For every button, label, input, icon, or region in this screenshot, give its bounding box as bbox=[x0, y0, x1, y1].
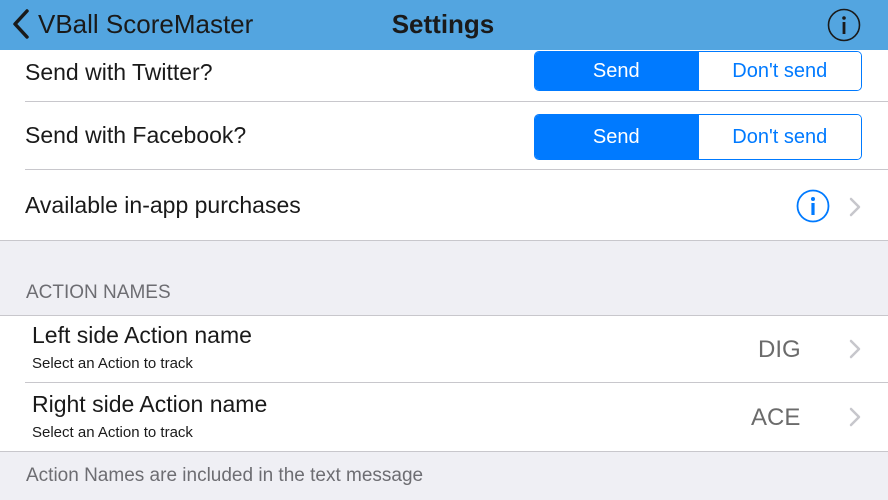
facebook-dont-send-option[interactable]: Don't send bbox=[697, 115, 861, 159]
twitter-segmented-control: Send Don't send bbox=[534, 51, 862, 91]
chevron-right-icon bbox=[849, 407, 861, 427]
in-app-purchases-row[interactable]: Available in-app purchases bbox=[0, 170, 888, 240]
page-title: Settings bbox=[0, 9, 888, 40]
divider bbox=[0, 451, 888, 452]
section-footer-note: Action Names are included in the text me… bbox=[26, 465, 424, 486]
left-action-value: DIG bbox=[758, 336, 801, 363]
twitter-row: Send with Twitter? Send Don't send bbox=[0, 50, 888, 102]
page-title-text: Settings bbox=[391, 9, 495, 39]
facebook-segmented-control: Send Don't send bbox=[534, 114, 862, 160]
section-header-action-names: ACTION NAMES bbox=[26, 282, 171, 303]
info-icon[interactable] bbox=[796, 189, 830, 223]
facebook-send-option[interactable]: Send bbox=[535, 115, 698, 159]
navigation-bar: VBall ScoreMaster Settings bbox=[0, 0, 888, 50]
left-action-row[interactable]: Left side Action name Select an Action t… bbox=[0, 316, 888, 383]
twitter-dont-send-option[interactable]: Don't send bbox=[697, 52, 861, 90]
left-action-subtitle: Select an Action to track bbox=[32, 355, 193, 372]
right-action-value: ACE bbox=[751, 404, 801, 431]
facebook-row: Send with Facebook? Send Don't send bbox=[0, 102, 888, 170]
twitter-label: Send with Twitter? bbox=[25, 59, 213, 85]
in-app-purchases-label: Available in-app purchases bbox=[25, 192, 301, 218]
right-action-subtitle: Select an Action to track bbox=[32, 424, 193, 441]
right-action-title: Right side Action name bbox=[32, 391, 268, 417]
facebook-label: Send with Facebook? bbox=[25, 122, 247, 148]
twitter-send-option[interactable]: Send bbox=[535, 52, 698, 90]
divider bbox=[0, 240, 888, 241]
chevron-right-icon bbox=[849, 197, 861, 217]
info-icon[interactable] bbox=[827, 8, 861, 42]
right-action-row[interactable]: Right side Action name Select an Action … bbox=[0, 383, 888, 451]
chevron-right-icon bbox=[849, 339, 861, 359]
left-action-title: Left side Action name bbox=[32, 322, 252, 348]
